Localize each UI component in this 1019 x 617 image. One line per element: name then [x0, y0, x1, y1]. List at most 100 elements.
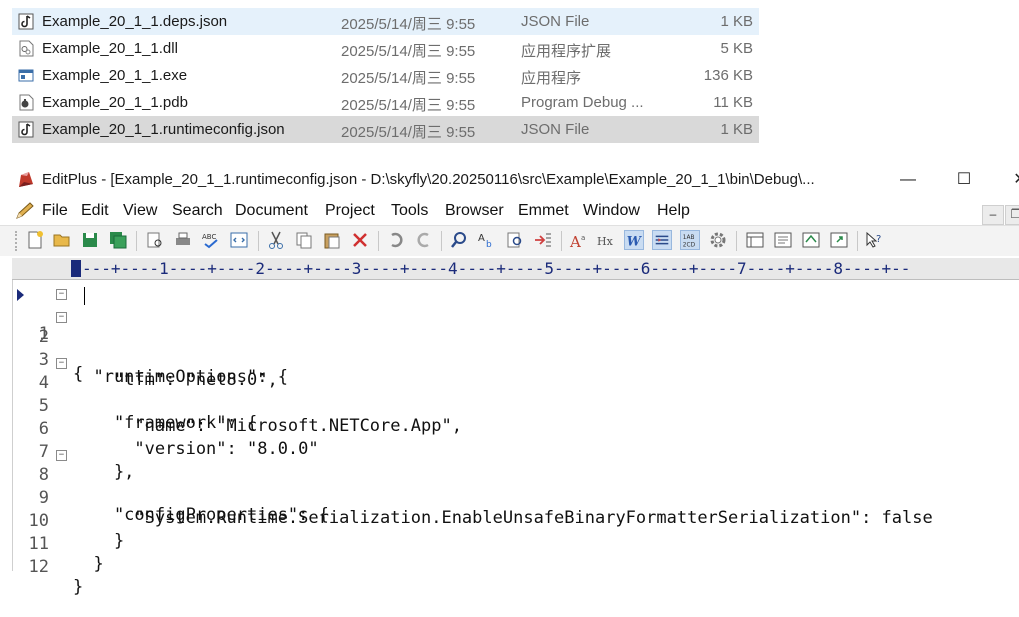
file-date: 2025/5/14/周三 9:55: [341, 124, 476, 141]
print-preview-icon[interactable]: [145, 230, 165, 250]
file-row[interactable]: Example_20_1_1.dll 2025/5/14/周三 9:55 应用程…: [12, 35, 759, 62]
word-wrap-icon[interactable]: W: [624, 230, 644, 250]
toolbar-grip[interactable]: [15, 231, 20, 251]
paste-icon[interactable]: [322, 230, 342, 250]
line-number: 12: [28, 557, 49, 577]
file-type: Program Debug ...: [521, 94, 644, 111]
menu-project[interactable]: Project: [325, 202, 375, 220]
spell-check-icon[interactable]: ABC: [201, 230, 221, 250]
toolbar-separator: [736, 231, 737, 251]
cliptext-window-icon[interactable]: [773, 230, 793, 250]
close-button[interactable]: ✕: [1005, 167, 1019, 193]
file-row[interactable]: Example_20_1_1.exe 2025/5/14/周三 9:55 应用程…: [12, 62, 759, 89]
minimize-button[interactable]: —: [893, 167, 923, 193]
title-bar[interactable]: EditPlus - [Example_20_1_1.runtimeconfig…: [0, 159, 1019, 197]
code-editor[interactable]: 1 − { 2 − "runtimeOptions": { 3 "tfm": "…: [12, 280, 1019, 597]
mdi-minimize-button[interactable]: –: [982, 205, 1004, 225]
toolbar-separator: [857, 231, 858, 251]
save-all-icon[interactable]: [108, 230, 128, 250]
toolbar-separator: [136, 231, 137, 251]
svg-text:?: ?: [876, 234, 881, 245]
new-file-icon[interactable]: [25, 230, 45, 250]
svg-text:b: b: [486, 240, 492, 250]
menu-file[interactable]: File: [42, 202, 68, 220]
code-line: 9 "System.Runtime.Serialization.EnableUn…: [13, 468, 1019, 528]
open-folder-icon[interactable]: [52, 230, 72, 250]
ruler-cursor-marker: [71, 260, 81, 277]
gear-icon[interactable]: [708, 230, 728, 250]
copy-icon[interactable]: [294, 230, 314, 250]
menu-browser[interactable]: Browser: [445, 202, 504, 220]
editplus-app-icon: [19, 172, 33, 187]
dll-file-icon: [19, 40, 34, 57]
goto-line-icon[interactable]: [533, 230, 553, 250]
find-icon[interactable]: [449, 230, 469, 250]
fold-toggle-icon[interactable]: −: [56, 289, 67, 300]
toolbar-separator: [258, 231, 259, 251]
editplus-window: EditPlus - [Example_20_1_1.runtimeconfig…: [0, 159, 1019, 597]
directory-window-icon[interactable]: [745, 230, 765, 250]
toolbar: ABC Ab Aa Hx W 1AB 2CD ?: [0, 225, 1019, 256]
replace-icon[interactable]: Ab: [477, 230, 497, 250]
file-name: Example_20_1_1.dll: [42, 40, 178, 57]
output-window-icon[interactable]: [801, 230, 821, 250]
code-line: 1 − {: [13, 284, 1019, 384]
menu-search[interactable]: Search: [172, 202, 223, 220]
print-icon[interactable]: [173, 230, 193, 250]
font-icon[interactable]: Aa: [569, 230, 589, 250]
line-numbers-icon[interactable]: [652, 230, 672, 250]
file-size: 1 KB: [720, 13, 753, 30]
file-size: 11 KB: [713, 94, 753, 111]
redo-icon[interactable]: [414, 230, 434, 250]
browser-preview-icon[interactable]: [229, 230, 249, 250]
menu-help[interactable]: Help: [657, 202, 690, 220]
fold-toggle-icon[interactable]: −: [56, 358, 67, 369]
menu-document[interactable]: Document: [235, 202, 308, 220]
full-screen-icon[interactable]: [829, 230, 849, 250]
file-name: Example_20_1_1.pdb: [42, 94, 188, 111]
file-date: 2025/5/14/周三 9:55: [341, 70, 476, 87]
undo-icon[interactable]: [386, 230, 406, 250]
mdi-restore-button[interactable]: ❐: [1005, 205, 1019, 225]
menu-window[interactable]: Window: [583, 202, 640, 220]
menu-view[interactable]: View: [123, 202, 157, 220]
pencil-icon[interactable]: [14, 201, 36, 221]
pdb-file-icon: [19, 94, 34, 111]
file-row[interactable]: Example_20_1_1.deps.json 2025/5/14/周三 9:…: [12, 8, 759, 35]
file-row[interactable]: Example_20_1_1.pdb 2025/5/14/周三 9:55 Pro…: [12, 89, 759, 116]
maximize-button[interactable]: ☐: [949, 167, 979, 193]
file-name: Example_20_1_1.runtimeconfig.json: [42, 121, 285, 138]
menu-tools[interactable]: Tools: [391, 202, 428, 220]
save-icon[interactable]: [80, 230, 100, 250]
json-file-icon: [18, 13, 34, 30]
current-line-marker-icon: [17, 289, 24, 301]
json-file-icon: [18, 121, 34, 138]
window-title: EditPlus - [Example_20_1_1.runtimeconfig…: [42, 171, 815, 188]
ruler-scale: ---+----1----+----2----+----3----+----4-…: [82, 259, 911, 278]
file-list: Example_20_1_1.deps.json 2025/5/14/周三 9:…: [0, 0, 1019, 152]
fold-toggle-icon[interactable]: −: [56, 312, 67, 323]
menu-edit[interactable]: Edit: [81, 202, 109, 220]
html-toolbar-icon[interactable]: Hx: [597, 230, 617, 250]
file-row-selected[interactable]: Example_20_1_1.runtimeconfig.json 2025/5…: [12, 116, 759, 143]
code-line: 12 }: [13, 537, 1019, 597]
delete-icon[interactable]: [350, 230, 370, 250]
code-line: 2 − "runtimeOptions": {: [13, 307, 1019, 387]
svg-text:A: A: [569, 233, 581, 250]
help-icon[interactable]: ?: [864, 230, 884, 250]
code-line: 3 "tfm": "net8.0",: [13, 330, 1019, 390]
file-type: 应用程序扩展: [521, 43, 612, 60]
find-in-files-icon[interactable]: [505, 230, 525, 250]
cut-icon[interactable]: [266, 230, 286, 250]
file-date: 2025/5/14/周三 9:55: [341, 16, 476, 33]
code-line: 8 − "configProperties": {: [13, 445, 1019, 525]
code-line: 7 },: [13, 422, 1019, 482]
svg-text:Hx: Hx: [597, 235, 614, 248]
column-marker-icon[interactable]: 1AB2CD: [680, 230, 700, 250]
svg-text:ABC: ABC: [202, 233, 216, 241]
svg-text:2CD: 2CD: [683, 242, 696, 248]
file-name: Example_20_1_1.exe: [42, 67, 188, 84]
fold-toggle-icon[interactable]: −: [56, 450, 67, 461]
menu-emmet[interactable]: Emmet: [518, 202, 569, 220]
svg-text:1AB: 1AB: [683, 235, 695, 241]
